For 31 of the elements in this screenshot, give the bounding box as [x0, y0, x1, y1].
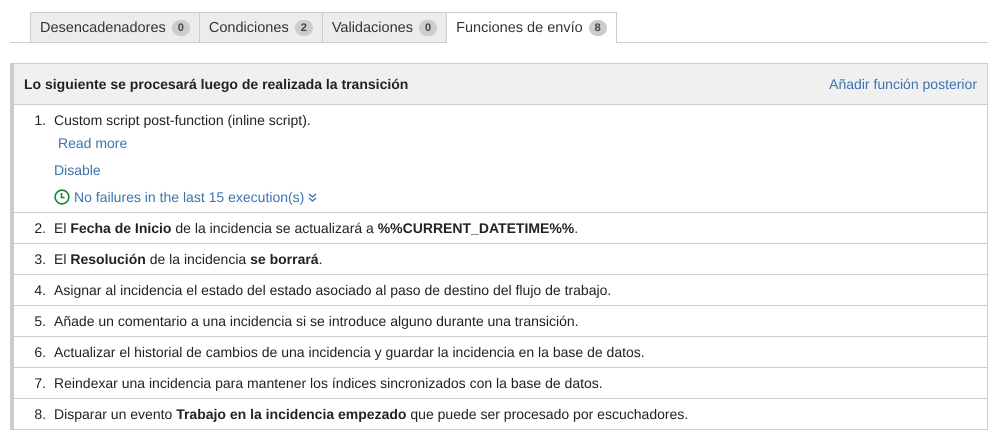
- add-post-function-link[interactable]: Añadir función posterior: [829, 76, 977, 92]
- item-text: El Fecha de Inicio de la incidencia se actualizará a %%CURRENT_DATETIME%%.: [54, 219, 578, 237]
- expand-chevron-icon[interactable]: [308, 192, 318, 202]
- count-badge: 2: [294, 20, 313, 36]
- item-number: 6.: [33, 343, 47, 361]
- panel-title: Lo siguiente se procesará luego de realizada la transición: [24, 76, 408, 92]
- count-badge: 8: [588, 20, 607, 36]
- disable-link[interactable]: Disable: [54, 161, 101, 179]
- count-badge: 0: [418, 20, 438, 36]
- item-text: Custom script post-function (inline script).: [54, 111, 311, 129]
- item-text: Actualizar el historial de cambios de una incidencia y guardar la incidencia en la base de datos.: [54, 343, 645, 361]
- item-text: El Resolución de la incidencia se borrará.: [54, 250, 322, 268]
- execution-status-link[interactable]: No failures in the last 15 execution(s): [74, 188, 304, 206]
- tab[interactable]: Condiciones 2: [198, 12, 323, 42]
- tab[interactable]: Desencadenadores 0: [30, 12, 200, 42]
- tab[interactable]: Validaciones 0: [322, 12, 448, 42]
- clock-icon: [54, 189, 70, 205]
- item-number: 2.: [33, 219, 47, 237]
- item-text: Asignar al incidencia el estado del estado asociado al paso de destino del flujo de trabajo.: [54, 281, 612, 299]
- count-badge: 0: [172, 20, 190, 36]
- item-text: Reindexar una incidencia para mantener los índices sincronizados con la base de datos.: [54, 374, 603, 392]
- tab[interactable]: Funciones de envío 8: [446, 12, 617, 43]
- item-number: 5.: [33, 312, 47, 330]
- item-text: Disparar un evento Trabajo en la incidencia empezado que puede ser procesado por escuchadores.: [54, 405, 688, 423]
- item-number: 4.: [33, 281, 47, 299]
- item-number: 8.: [33, 405, 47, 423]
- item-number: 1.: [33, 111, 47, 130]
- read-more-link[interactable]: Read more: [58, 134, 128, 152]
- item-number: 3.: [33, 250, 47, 268]
- item-text: Añade un comentario a una incidencia si se introduce alguno durante una transición.: [54, 312, 579, 330]
- item-number: 7.: [33, 374, 47, 392]
